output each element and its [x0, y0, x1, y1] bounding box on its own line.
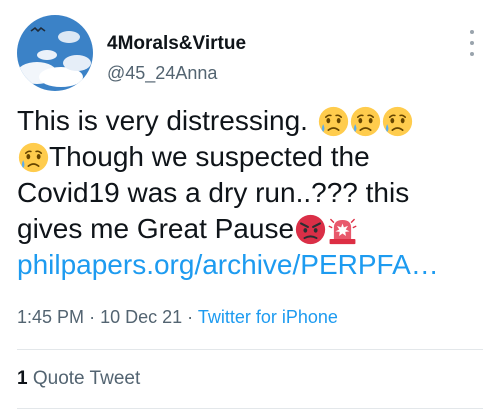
tweet-line-3-text: Covid19 was a dry run..??? this: [17, 177, 410, 208]
angry-face-icon: [295, 214, 326, 245]
police-light-icon: [327, 214, 358, 245]
tweet-card: 4Morals&Virtue @45_24Anna This is very d…: [0, 0, 500, 415]
tweet-line-2: Though we suspected the: [17, 139, 493, 175]
tweet-line-2-text: Though we suspected the: [49, 141, 370, 172]
author-handle[interactable]: @45_24Anna: [107, 63, 217, 84]
avatar-sky-image: [17, 15, 93, 91]
divider: [17, 349, 483, 350]
sad-but-relieved-face-icon: [18, 142, 49, 173]
sad-but-relieved-face-icon: [382, 106, 413, 137]
tweet-line-1-text: This is very distressing.: [17, 105, 308, 136]
tweet-line-1: This is very distressing.: [17, 103, 493, 139]
sad-but-relieved-face-icon: [350, 106, 381, 137]
tweet-text: This is very distressing. Though we susp…: [17, 103, 493, 283]
tweet-date[interactable]: 10 Dec 21: [100, 307, 182, 327]
author-name[interactable]: 4Morals&Virtue: [107, 33, 246, 55]
tweet-line-4-text: gives me Great Pause: [17, 213, 295, 244]
tweet-source-link[interactable]: Twitter for iPhone: [198, 307, 338, 327]
meta-separator: ·: [187, 307, 194, 327]
tweet-line-4: gives me Great Pause: [17, 211, 493, 247]
sad-but-relieved-face-icon: [318, 106, 349, 137]
quote-label: Quote Tweet: [32, 368, 141, 389]
quote-count: 1: [17, 368, 28, 389]
tweet-time[interactable]: 1:45 PM: [17, 307, 84, 327]
quote-tweets-link[interactable]: 1 Quote Tweet: [17, 368, 140, 390]
more-dots-icon: [470, 30, 474, 34]
article-link[interactable]: philpapers.org/archive/PERPFA…: [17, 247, 439, 283]
avatar[interactable]: [17, 15, 93, 91]
tweet-line-5: philpapers.org/archive/PERPFA…: [17, 247, 493, 283]
meta-separator: ·: [89, 307, 96, 327]
tweet-line-3: Covid19 was a dry run..??? this: [17, 175, 493, 211]
tweet-meta: 1:45 PM · 10 Dec 21 · Twitter for iPhone: [17, 307, 338, 328]
divider: [17, 408, 483, 409]
more-options-button[interactable]: [466, 30, 478, 56]
